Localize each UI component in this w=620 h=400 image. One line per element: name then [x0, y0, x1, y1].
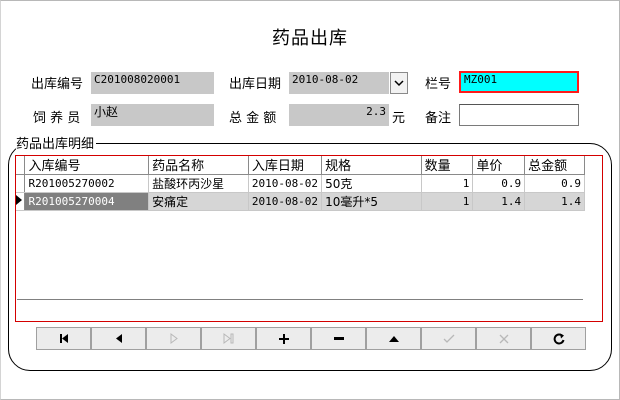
outbound-date-field[interactable]: 2010-08-02	[289, 72, 389, 94]
last-icon	[223, 333, 233, 344]
remark-field[interactable]	[459, 104, 579, 126]
up-triangle-icon	[388, 335, 399, 342]
next-icon	[170, 333, 178, 344]
delete-record-button[interactable]	[311, 327, 366, 350]
prior-icon	[115, 334, 122, 343]
last-record-button[interactable]	[201, 327, 256, 350]
prior-record-button[interactable]	[91, 327, 146, 350]
plus-icon	[278, 333, 289, 344]
refresh-icon	[553, 332, 564, 344]
cross-icon	[499, 334, 508, 343]
edit-record-button[interactable]	[366, 327, 421, 350]
total-amount-field: 2.3	[289, 104, 389, 126]
insert-record-button[interactable]	[256, 327, 311, 350]
minus-icon	[333, 337, 344, 340]
first-record-button[interactable]	[36, 327, 91, 350]
currency-label: 元	[392, 111, 406, 126]
outbound-no-label: 出库编号	[31, 77, 84, 92]
check-icon	[443, 334, 454, 343]
grid-highlight-frame	[15, 155, 603, 322]
keeper-field[interactable]: 小赵	[91, 104, 214, 126]
refresh-record-button[interactable]	[531, 327, 586, 350]
next-record-button[interactable]	[146, 327, 201, 350]
cancel-record-button[interactable]	[476, 327, 531, 350]
total-amount-label: 总 金 额	[229, 111, 277, 126]
pen-no-field[interactable]: MZ001	[459, 71, 579, 93]
remark-label: 备注	[425, 111, 452, 126]
post-record-button[interactable]	[421, 327, 476, 350]
details-group-label: 药品出库明细	[16, 133, 97, 152]
outbound-date-label: 出库日期	[229, 77, 282, 92]
chevron-down-icon	[394, 80, 404, 87]
outbound-no-field[interactable]: C201008020001	[91, 72, 214, 94]
date-dropdown-button[interactable]	[390, 72, 408, 94]
keeper-label: 饲 养 员	[33, 111, 81, 126]
db-navigator	[36, 327, 586, 350]
first-icon	[59, 334, 68, 343]
form-title: 药品出库	[272, 28, 348, 49]
pen-no-label: 栏号	[425, 77, 452, 92]
